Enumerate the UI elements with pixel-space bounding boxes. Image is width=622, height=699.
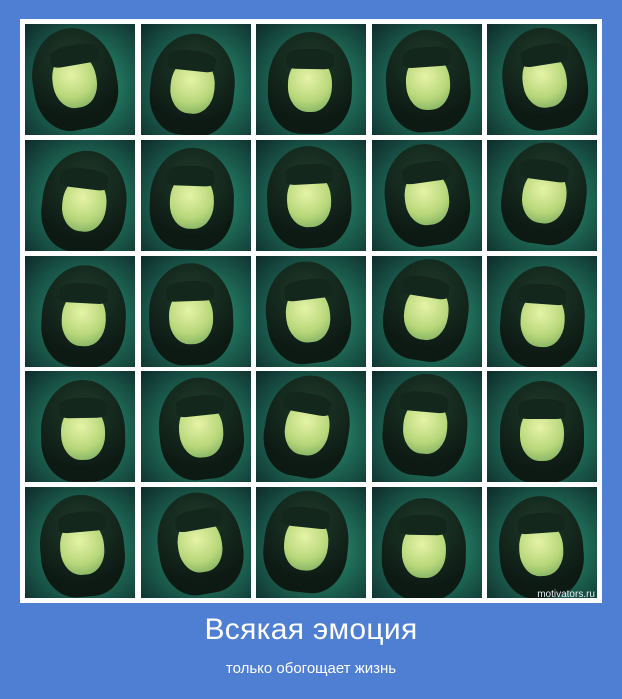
portrait-bangs: [58, 397, 108, 418]
collage-photo: [140, 139, 251, 251]
collage-photo: [256, 371, 366, 483]
collage-photo: [487, 487, 597, 598]
collage-photo: [140, 24, 251, 135]
portrait-bangs: [517, 398, 567, 419]
collage-photo: [25, 255, 135, 367]
collage-photo: [371, 487, 482, 598]
collage-photo: [140, 371, 251, 483]
collage-photo: [256, 24, 366, 135]
collage-photo: [140, 487, 251, 598]
watermark: motivators.ru: [537, 589, 595, 600]
portrait-bangs: [285, 48, 335, 70]
poster-subtitle: только обогощает жизнь: [225, 660, 397, 677]
collage-photo: [487, 24, 597, 135]
collage-photo: [371, 255, 482, 367]
collage-photo: [25, 24, 135, 135]
portrait-bangs: [166, 165, 216, 187]
portrait-bangs: [402, 45, 453, 69]
portrait-bangs: [399, 514, 448, 536]
portrait-bangs: [516, 511, 566, 536]
collage-photo: [25, 139, 135, 251]
collage-photo: [256, 487, 366, 598]
portrait-bangs: [166, 280, 216, 302]
collage-photo: [140, 255, 251, 367]
collage-photo: [487, 139, 597, 251]
collage-photo: [487, 371, 597, 483]
collage-photo: [25, 371, 135, 483]
photo-frame: motivators.ru: [20, 19, 602, 603]
collage-photo: [487, 255, 597, 367]
portrait-bangs: [59, 281, 109, 305]
collage-photo: [256, 255, 366, 367]
collage-photo: [256, 139, 366, 251]
collage-photo: [25, 487, 135, 598]
photo-collage-grid: [25, 24, 597, 598]
poster-title: Всякая эмоция: [204, 613, 418, 646]
collage-photo: [371, 371, 482, 483]
portrait-bangs: [284, 163, 334, 186]
collage-photo: [371, 139, 482, 251]
collage-photo: [371, 24, 482, 135]
